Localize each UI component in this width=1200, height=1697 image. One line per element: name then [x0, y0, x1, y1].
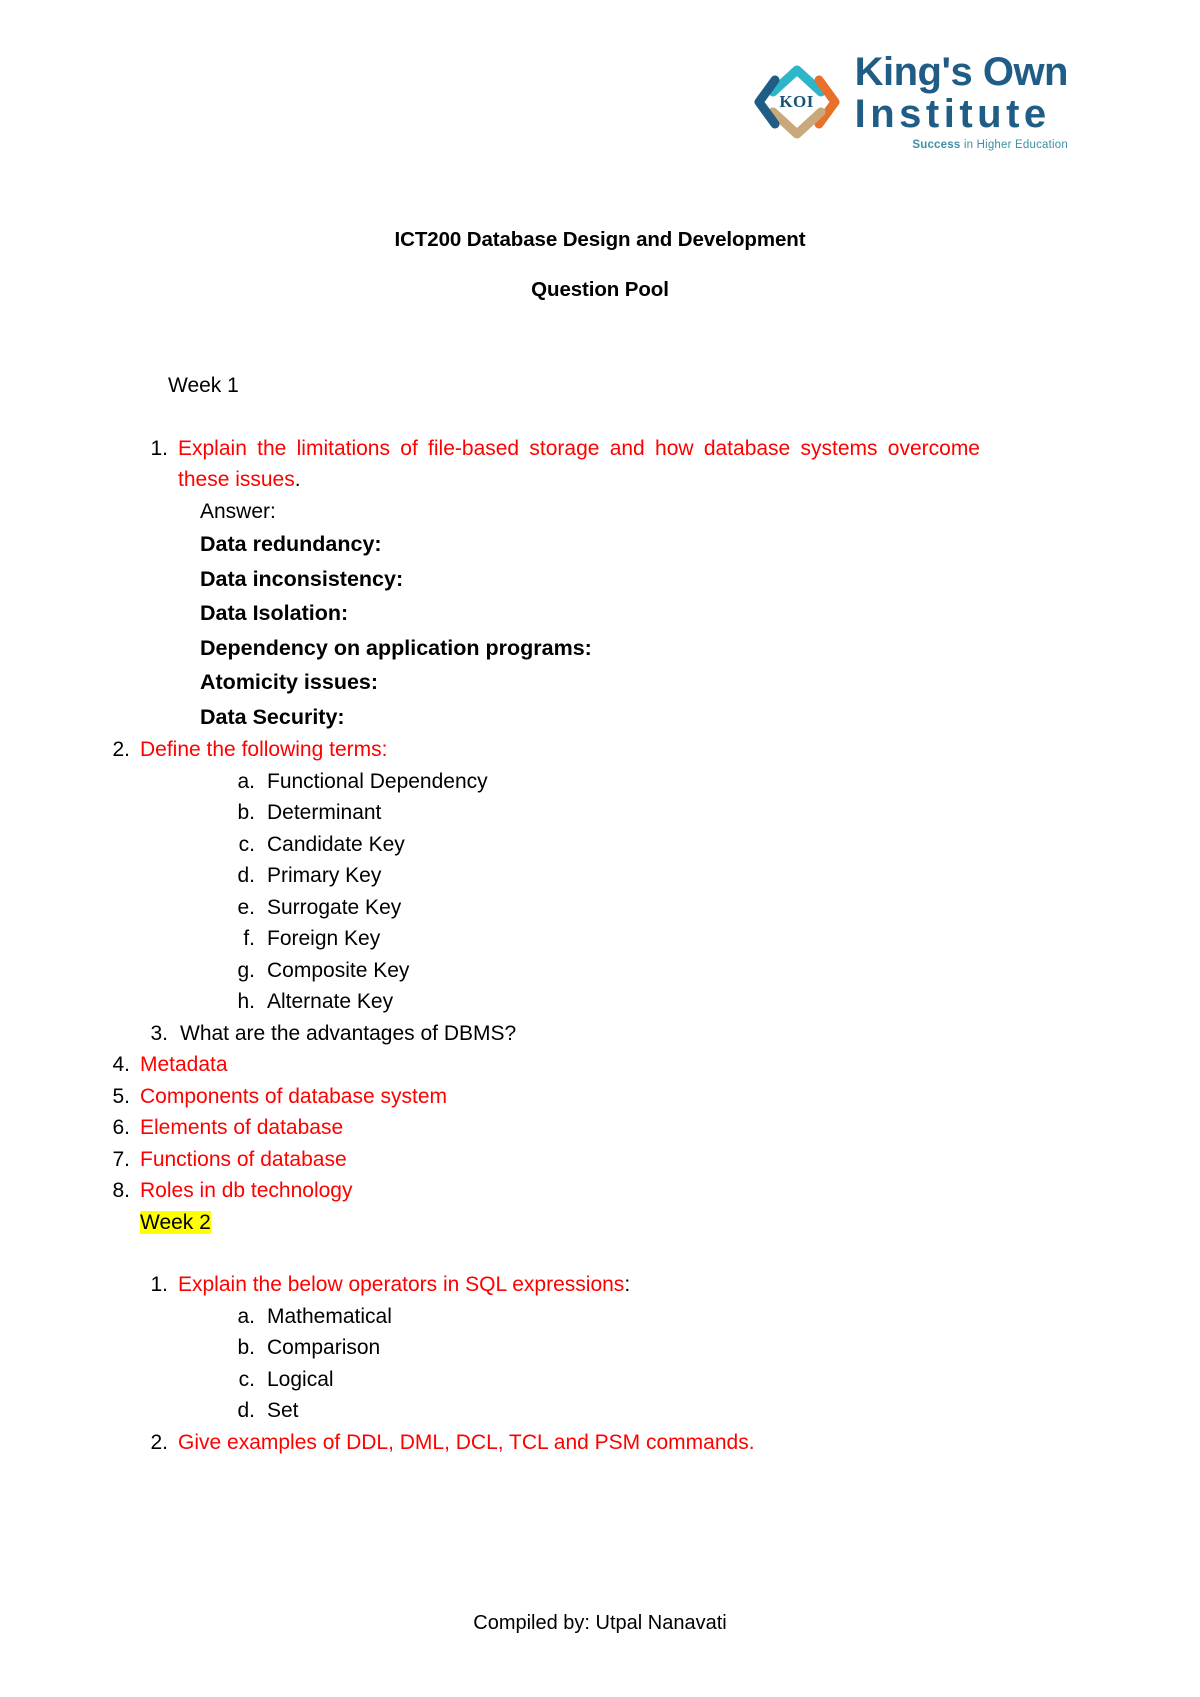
- sub-item-marker: c.: [238, 1367, 255, 1391]
- sub-item-marker: e.: [237, 895, 255, 919]
- question-marker: 2.: [112, 738, 130, 761]
- logo-line-kings-own: King's Own: [854, 50, 1069, 94]
- question-marker: 1.: [150, 436, 168, 460]
- question-marker: 8.: [112, 1179, 130, 1202]
- question-text: What are the advantages of DBMS?: [180, 1021, 517, 1045]
- sub-item-row: c. Logical: [0, 1364, 1200, 1396]
- question-marker: 6.: [112, 1116, 130, 1139]
- sub-item-label: Alternate Key: [267, 990, 394, 1013]
- sub-item-marker: a.: [237, 1304, 255, 1328]
- sub-item-label: Mathematical: [267, 1304, 392, 1328]
- sub-item-row: h. Alternate Key: [0, 986, 1200, 1018]
- sub-item-row: a. Functional Dependency: [0, 766, 1200, 798]
- answer-item: Dependency on application programs:: [200, 635, 592, 660]
- question-row: 6. Elements of database: [0, 1112, 1200, 1144]
- sub-item-marker: h.: [237, 990, 255, 1013]
- week2-heading: Week 2: [140, 1210, 211, 1234]
- question-marker: 7.: [112, 1147, 130, 1171]
- sub-item-label: Composite Key: [267, 958, 410, 982]
- question-row: 4. Metadata: [0, 1049, 1200, 1081]
- question-text-container: Explain the limitations of file-based st…: [178, 433, 1200, 496]
- page-footer: Compiled by: Utpal Nanavati: [473, 1612, 727, 1634]
- week2-heading-row: Week 2: [0, 1207, 1200, 1239]
- sub-item-row: f. Foreign Key: [0, 923, 1200, 955]
- document-page: KOI King's Own Institute Success in High…: [0, 0, 1200, 1697]
- sub-item-label: Set: [267, 1399, 299, 1422]
- sub-item-label: Logical: [267, 1367, 334, 1391]
- sub-item-row: b. Determinant: [0, 797, 1200, 829]
- question-marker: 4.: [112, 1053, 130, 1076]
- sub-item-label: Determinant: [267, 801, 382, 824]
- question-row: 5. Components of database system: [0, 1081, 1200, 1113]
- logo-tagline-rest: in Higher Education: [960, 139, 1068, 151]
- question-row: 1. Explain the limitations of file-based…: [0, 433, 1200, 496]
- sub-item-label: Primary Key: [267, 864, 382, 887]
- question-marker: 3.: [150, 1021, 168, 1045]
- page-subtitle: Question Pool: [531, 278, 669, 301]
- question-marker: 5.: [112, 1084, 130, 1108]
- logo-line-institute: Institute: [854, 92, 1051, 136]
- koi-logo: KOI King's Own Institute Success in High…: [749, 50, 1069, 152]
- logo-tagline: Success in Higher Education: [855, 139, 1068, 152]
- question-text: Explain the below operators in SQL expre…: [178, 1273, 625, 1296]
- question-text: Give examples of DDL, DML, DCL, TCL and …: [178, 1430, 755, 1454]
- question-trailing-colon: :: [624, 1273, 631, 1296]
- question-row: 1. Explain the below operators in SQL ex…: [0, 1269, 1200, 1301]
- sub-item-marker: b.: [237, 1336, 255, 1359]
- answer-item: Data Isolation:: [200, 601, 349, 625]
- document-body: Week 1 1. Explain the limitations of fil…: [0, 370, 1200, 1458]
- sub-item-label: Functional Dependency: [267, 769, 488, 793]
- sub-item-row: d. Set: [0, 1395, 1200, 1427]
- sub-item-row: a. Mathematical: [0, 1301, 1200, 1333]
- week1-heading: Week 1: [168, 374, 239, 397]
- question-row: 8. Roles in db technology: [0, 1175, 1200, 1207]
- sub-item-marker: f.: [243, 927, 255, 950]
- question-marker: 1.: [150, 1273, 168, 1296]
- question-row: 2. Define the following terms:: [0, 734, 1200, 766]
- koi-wordmark: King's Own Institute Success in Higher E…: [854, 50, 1069, 152]
- question-trailing-period: .: [294, 468, 301, 491]
- sub-item-row: g. Composite Key: [0, 955, 1200, 987]
- sub-item-row: e. Surrogate Key: [0, 892, 1200, 924]
- question-text: Define the following terms:: [140, 738, 388, 761]
- logo-tagline-bold: Success: [912, 139, 961, 151]
- sub-item-row: d. Primary Key: [0, 860, 1200, 892]
- sub-item-marker: d.: [237, 864, 255, 887]
- question-text-container: Explain the below operators in SQL expre…: [178, 1269, 1200, 1301]
- question-text: Metadata: [140, 1053, 228, 1076]
- question-text: Roles in db technology: [140, 1179, 353, 1202]
- sub-item-row: b. Comparison: [0, 1332, 1200, 1364]
- koi-monogram: KOI: [779, 91, 814, 111]
- sub-item-label: Comparison: [267, 1336, 381, 1359]
- answer-label: Answer:: [200, 499, 276, 523]
- sub-item-marker: b.: [237, 801, 255, 824]
- page-title: ICT200 Database Design and Development: [394, 228, 806, 251]
- answer-item: Data inconsistency:: [200, 566, 404, 591]
- answer-item: Data Security:: [200, 704, 345, 729]
- question-text: Components of database system: [140, 1084, 448, 1108]
- sub-item-row: c. Candidate Key: [0, 829, 1200, 861]
- sub-item-label: Surrogate Key: [267, 895, 402, 919]
- week2-heading-container: Week 2: [140, 1207, 1200, 1239]
- question-marker: 2.: [150, 1430, 168, 1454]
- answer-item: Atomicity issues:: [200, 670, 379, 694]
- sub-item-marker: a.: [237, 769, 255, 793]
- question-row: 2. Give examples of DDL, DML, DCL, TCL a…: [0, 1427, 1200, 1459]
- question-text: Elements of database: [140, 1116, 344, 1139]
- question-row: 3. What are the advantages of DBMS?: [0, 1018, 1200, 1050]
- answer-item: Data redundancy:: [200, 532, 382, 556]
- sub-item-marker: g.: [237, 958, 255, 982]
- question-text: Functions of database: [140, 1147, 347, 1171]
- sub-item-marker: c.: [238, 832, 255, 856]
- question-row: 7. Functions of database: [0, 1144, 1200, 1176]
- koi-diamond-icon: KOI: [749, 54, 845, 150]
- sub-item-label: Foreign Key: [267, 927, 381, 950]
- sub-item-label: Candidate Key: [267, 832, 405, 856]
- sub-item-marker: d.: [237, 1399, 255, 1422]
